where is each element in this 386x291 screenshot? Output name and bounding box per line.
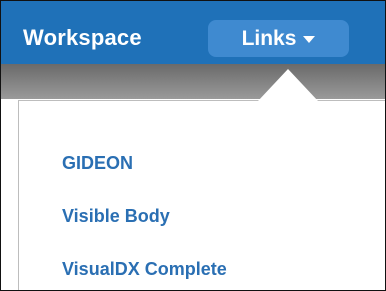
- faded-background-text: [63, 122, 68, 142]
- menu-link-visualdx-complete[interactable]: VisualDX Complete: [62, 259, 227, 280]
- workspace-nav-item[interactable]: Workspace: [23, 25, 142, 51]
- screenshot-frame: Workspace Links GIDEON Visible Body Visu…: [0, 0, 386, 291]
- caret-down-icon: [303, 36, 316, 43]
- top-navigation-bar: Workspace Links: [1, 1, 385, 64]
- menu-link-gideon[interactable]: GIDEON: [62, 153, 133, 174]
- menu-link-visible-body[interactable]: Visible Body: [62, 206, 170, 227]
- links-dropdown-button[interactable]: Links: [208, 20, 349, 57]
- dropdown-pointer-arrow: [258, 69, 318, 101]
- menu-shadow-band: [1, 64, 385, 99]
- links-button-label: Links: [241, 26, 297, 50]
